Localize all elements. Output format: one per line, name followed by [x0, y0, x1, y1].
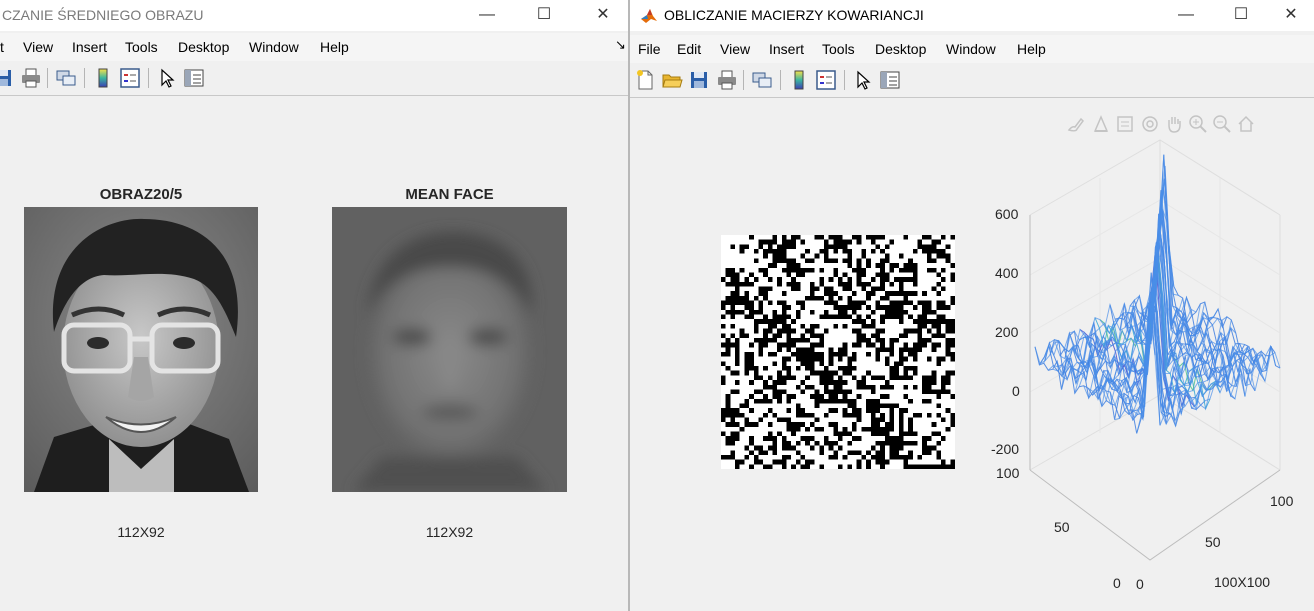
figure-window-mean-image: CZANIE ŚREDNIEGO OBRAZU — ☐ ✕ t View Ins… — [0, 0, 628, 611]
figure-toolbar — [630, 65, 1314, 98]
print-icon[interactable] — [716, 69, 738, 91]
z-tick-neg200: -200 — [991, 441, 1020, 457]
menu-desktop[interactable]: Desktop — [875, 41, 926, 57]
legend-icon[interactable] — [815, 69, 837, 91]
menu-insert[interactable]: Insert — [769, 41, 804, 57]
minimize-button[interactable]: — — [464, 0, 510, 31]
y-tick-100: 100 — [996, 465, 1020, 481]
property-inspector-icon[interactable] — [183, 67, 205, 89]
z-tick-600: 600 — [995, 206, 1019, 222]
menu-help[interactable]: Help — [320, 39, 349, 55]
open-icon[interactable] — [661, 69, 683, 91]
y-tick-0: 0 — [1113, 575, 1121, 591]
menu-bar: t View Insert Tools Desktop Window Help … — [0, 33, 628, 61]
surface-plot[interactable] — [1020, 135, 1314, 611]
property-inspector-icon[interactable] — [879, 69, 901, 91]
menu-window[interactable]: Window — [946, 41, 996, 57]
matlab-logo-icon — [640, 7, 658, 25]
menu-edit[interactable]: Edit — [677, 41, 701, 57]
menu-edit[interactable]: t — [0, 39, 4, 55]
pointer-icon[interactable] — [156, 67, 178, 89]
dock-arrow-icon[interactable]: ↘ — [615, 37, 626, 53]
link-plot-icon[interactable] — [751, 69, 773, 91]
x-tick-50: 50 — [1205, 534, 1221, 550]
print-icon[interactable] — [20, 67, 42, 89]
menu-insert[interactable]: Insert — [72, 39, 107, 55]
close-button[interactable]: ✕ — [1268, 0, 1314, 31]
save-icon[interactable] — [0, 67, 14, 89]
binary-covariance-matrix[interactable] — [721, 235, 955, 469]
face-photo-graphic — [24, 207, 258, 492]
pointer-icon[interactable] — [852, 69, 874, 91]
axes-xlabel-mean-face: 112X92 — [425, 524, 474, 540]
z-tick-0: 0 — [1012, 383, 1020, 399]
axes-title-obraz: OBRAZ20/5 — [99, 186, 183, 203]
brush-icon[interactable] — [1066, 114, 1086, 134]
window-title: OBLICZANIE MACIERZY KOWARIANCJI — [664, 7, 924, 23]
toolbar-separator — [148, 68, 149, 88]
x-tick-0: 0 — [1136, 576, 1144, 592]
mean-face-graphic — [332, 207, 567, 492]
toolbar-separator — [844, 70, 845, 90]
data-tip-icon[interactable] — [1091, 114, 1111, 134]
y-tick-50: 50 — [1054, 519, 1070, 535]
zoom-in-icon[interactable] — [1188, 114, 1208, 134]
export-icon[interactable] — [1115, 114, 1135, 134]
binary-matrix-graphic — [721, 235, 955, 469]
menu-tools[interactable]: Tools — [822, 41, 855, 57]
face-image[interactable] — [24, 207, 258, 492]
toolbar-separator — [780, 70, 781, 90]
menu-bar: File Edit View Insert Tools Desktop Wind… — [630, 35, 1314, 63]
axes-title-mean-face: MEAN FACE — [405, 186, 494, 203]
colorbar-icon[interactable] — [788, 69, 810, 91]
menu-help[interactable]: Help — [1017, 41, 1046, 57]
maximize-button[interactable]: ☐ — [521, 0, 567, 31]
x-tick-100: 100 — [1270, 493, 1294, 509]
minimize-button[interactable]: — — [1163, 0, 1209, 31]
menu-desktop[interactable]: Desktop — [178, 39, 229, 55]
mean-face-image[interactable] — [332, 207, 567, 492]
toolbar-separator — [47, 68, 48, 88]
menu-view[interactable]: View — [23, 39, 53, 55]
figure-window-covariance: OBLICZANIE MACIERZY KOWARIANCJI — ☐ ✕ Fi… — [630, 0, 1314, 611]
colorbar-icon[interactable] — [92, 67, 114, 89]
toolbar-separator — [84, 68, 85, 88]
figure-toolbar — [0, 63, 628, 96]
new-figure-icon[interactable] — [634, 69, 656, 91]
z-tick-200: 200 — [995, 324, 1019, 340]
title-bar[interactable]: CZANIE ŚREDNIEGO OBRAZU — ☐ ✕ — [0, 0, 628, 31]
surface-xlabel: 100X100 — [1214, 574, 1271, 590]
menu-window[interactable]: Window — [249, 39, 299, 55]
z-tick-400: 400 — [995, 265, 1019, 281]
close-button[interactable]: ✕ — [580, 0, 626, 31]
window-title: CZANIE ŚREDNIEGO OBRAZU — [2, 7, 204, 23]
menu-view[interactable]: View — [720, 41, 750, 57]
link-plot-icon[interactable] — [55, 67, 77, 89]
rotate-icon[interactable] — [1140, 114, 1160, 134]
surface-mesh — [1034, 154, 1281, 434]
home-icon[interactable] — [1236, 114, 1256, 134]
toolbar-separator — [743, 70, 744, 90]
pan-icon[interactable] — [1164, 114, 1184, 134]
title-bar[interactable]: OBLICZANIE MACIERZY KOWARIANCJI — ☐ ✕ — [630, 0, 1314, 31]
menu-file[interactable]: File — [638, 41, 661, 57]
menu-tools[interactable]: Tools — [125, 39, 158, 55]
legend-icon[interactable] — [119, 67, 141, 89]
zoom-out-icon[interactable] — [1212, 114, 1232, 134]
axes-xlabel-obraz: 112X92 — [117, 524, 165, 540]
save-icon[interactable] — [688, 69, 710, 91]
maximize-button[interactable]: ☐ — [1218, 0, 1264, 31]
